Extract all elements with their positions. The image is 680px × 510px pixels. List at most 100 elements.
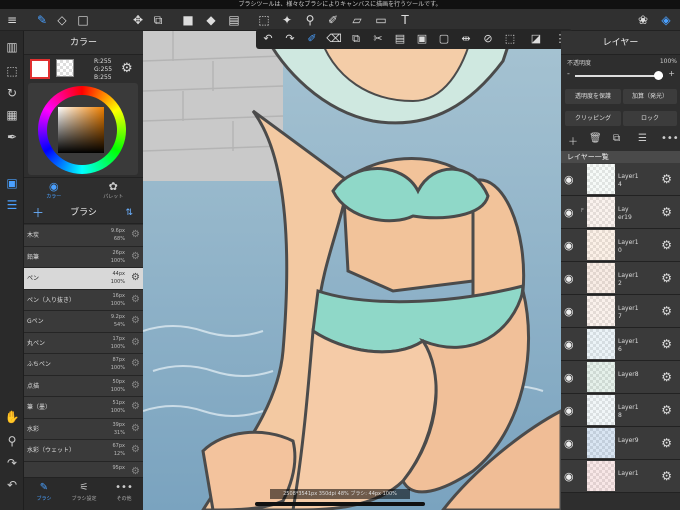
- adjust-icon[interactable]: ◪: [528, 31, 544, 47]
- tab-color[interactable]: ◉ カラー: [24, 180, 84, 200]
- gear-icon[interactable]: ⚙: [131, 294, 140, 305]
- gear-icon[interactable]: ⚙: [661, 370, 672, 384]
- invert-selection-icon[interactable]: ⬚: [502, 31, 518, 47]
- add-icon[interactable]: ＋: [32, 203, 44, 224]
- shape-tool-icon[interactable]: ▱: [349, 12, 365, 28]
- trash-icon[interactable]: 🗑: [589, 133, 602, 144]
- select-eraser-icon[interactable]: ▭: [373, 12, 389, 28]
- fill-rect-icon[interactable]: ■: [180, 12, 196, 28]
- layer-row[interactable]: ◉ F Lay er19 ⚙: [561, 196, 680, 229]
- more-icon[interactable]: •••: [661, 133, 679, 144]
- gear-icon[interactable]: ⚙: [661, 469, 672, 483]
- protect-alpha-button[interactable]: 透明度を保護: [565, 89, 621, 104]
- brush-row[interactable]: 丸ペン 17px 100% ⚙: [24, 332, 143, 354]
- lasso-icon[interactable]: ⬚: [256, 12, 272, 28]
- eyedropper-icon[interactable]: ⚲: [302, 12, 318, 28]
- brush-row[interactable]: 点描 50px 100% ⚙: [24, 375, 143, 397]
- brush-tool-icon[interactable]: ✎: [34, 12, 50, 28]
- layer-row[interactable]: ◉ Layer1 4 ⚙: [561, 163, 680, 196]
- copy-icon[interactable]: ⧉: [348, 31, 364, 47]
- rotate-icon[interactable]: ↻: [4, 85, 20, 101]
- clear-icon[interactable]: ▢: [436, 31, 452, 47]
- brush-row[interactable]: 筆（墨） 51px 100% ⚙: [24, 397, 143, 419]
- select-pen-icon[interactable]: ✐: [325, 12, 341, 28]
- layer-row[interactable]: ◉ Layer8 ⚙: [561, 361, 680, 394]
- hue-ring[interactable]: [38, 86, 126, 174]
- rectangle-select-icon[interactable]: □: [75, 12, 91, 28]
- gear-icon[interactable]: ⚙: [131, 251, 140, 262]
- gear-icon[interactable]: ⚙: [131, 337, 140, 348]
- gear-icon[interactable]: ⚙: [661, 271, 672, 285]
- gear-icon[interactable]: ⚙: [131, 466, 140, 477]
- saturation-value-square[interactable]: [58, 107, 104, 153]
- bucket-icon[interactable]: ◆: [203, 12, 219, 28]
- add-layer-icon[interactable]: ＋: [568, 133, 578, 148]
- transform-icon[interactable]: ⧉: [150, 12, 166, 28]
- gear-icon[interactable]: ⚙: [661, 172, 672, 186]
- gear-icon[interactable]: ⚙: [661, 205, 672, 219]
- layer-row[interactable]: ◉ Layer1 6 ⚙: [561, 328, 680, 361]
- layer-row[interactable]: ◉ Layer1 8 ⚙: [561, 394, 680, 427]
- sub-color-swatch[interactable]: [56, 59, 74, 77]
- gear-icon[interactable]: ⚙: [661, 238, 672, 252]
- main-color-swatch[interactable]: [30, 59, 50, 79]
- text-icon[interactable]: T: [397, 12, 413, 28]
- tab-brush-settings[interactable]: ⚟ ブラシ設定: [64, 482, 104, 502]
- eraser-tool-icon[interactable]: ◇: [54, 12, 70, 28]
- select-icon[interactable]: ⬚: [4, 63, 20, 79]
- eyedropper-icon[interactable]: ⚲: [4, 433, 20, 449]
- ruler-icon[interactable]: ▦: [4, 107, 20, 123]
- eye-icon[interactable]: ◉: [564, 173, 574, 186]
- brush-row[interactable]: ペン 44px 100% ⚙: [24, 268, 143, 290]
- undo-icon[interactable]: ↶: [260, 31, 276, 47]
- gear-icon[interactable]: ⚙: [131, 380, 140, 391]
- eye-icon[interactable]: ◉: [564, 404, 574, 417]
- gear-icon[interactable]: ⚙: [131, 444, 140, 455]
- tab-other[interactable]: ••• その他: [104, 482, 144, 502]
- brush-row[interactable]: 95px ⚙: [24, 461, 143, 477]
- layer-row[interactable]: ◉ Layer1 0 ⚙: [561, 229, 680, 262]
- eye-icon[interactable]: ◉: [564, 305, 574, 318]
- redo-icon[interactable]: ↷: [4, 455, 20, 471]
- brush-row[interactable]: 水彩 39px 31% ⚙: [24, 418, 143, 440]
- eye-icon[interactable]: ◉: [564, 371, 574, 384]
- list-icon[interactable]: ☰: [4, 197, 20, 213]
- brush-row[interactable]: ふちペン 87px 100% ⚙: [24, 354, 143, 376]
- list-icon[interactable]: ☰: [638, 133, 647, 144]
- gradient-icon[interactable]: ▤: [226, 12, 242, 28]
- gear-icon[interactable]: ⚙: [661, 403, 672, 417]
- brush-row[interactable]: 鉛筆 26px 100% ⚙: [24, 246, 143, 268]
- select-eraser-icon[interactable]: ⌫: [326, 31, 342, 47]
- pen-settings-icon[interactable]: ✒: [4, 129, 20, 145]
- deselect-icon[interactable]: ⊘: [480, 31, 496, 47]
- gear-icon[interactable]: ⚙: [131, 358, 140, 369]
- gear-icon[interactable]: ⚙: [661, 304, 672, 318]
- hand-icon[interactable]: ✋: [4, 409, 20, 425]
- layer-row[interactable]: ◉ Layer9 ⚙: [561, 427, 680, 460]
- opacity-slider[interactable]: - +: [567, 69, 675, 81]
- move-icon[interactable]: ✥: [130, 12, 146, 28]
- layer-row[interactable]: ◉ Layer1 7 ⚙: [561, 295, 680, 328]
- paste-icon[interactable]: ▤: [392, 31, 408, 47]
- gear-icon[interactable]: ⚙: [661, 337, 672, 351]
- menu-icon[interactable]: ≡: [4, 12, 20, 28]
- color-layer-icon[interactable]: ▣: [4, 175, 20, 191]
- eye-icon[interactable]: ◉: [564, 470, 574, 483]
- layer-row[interactable]: ◉ Layer1 2 ⚙: [561, 262, 680, 295]
- tab-brush[interactable]: ✎ ブラシ: [24, 482, 64, 502]
- fill-selection-icon[interactable]: ▣: [414, 31, 430, 47]
- gear-icon[interactable]: ⚙: [131, 401, 140, 412]
- gear-icon[interactable]: ⚙: [121, 61, 133, 76]
- select-pen-icon[interactable]: ✐: [304, 31, 320, 47]
- redo-icon[interactable]: ↷: [282, 31, 298, 47]
- gear-icon[interactable]: ⚙: [131, 423, 140, 434]
- blend-mode-select[interactable]: 加算（発光）: [623, 89, 677, 104]
- eye-icon[interactable]: ◉: [564, 239, 574, 252]
- lock-button[interactable]: ロック: [623, 111, 677, 126]
- pages-icon[interactable]: ▥: [4, 39, 20, 55]
- brush-row[interactable]: ペン（入り抜き） 16px 100% ⚙: [24, 289, 143, 311]
- sort-icon[interactable]: ⇅: [125, 203, 133, 224]
- eye-icon[interactable]: ◉: [564, 206, 574, 219]
- brush-row[interactable]: Gペン 9.2px 54% ⚙: [24, 311, 143, 333]
- eye-icon[interactable]: ◉: [564, 437, 574, 450]
